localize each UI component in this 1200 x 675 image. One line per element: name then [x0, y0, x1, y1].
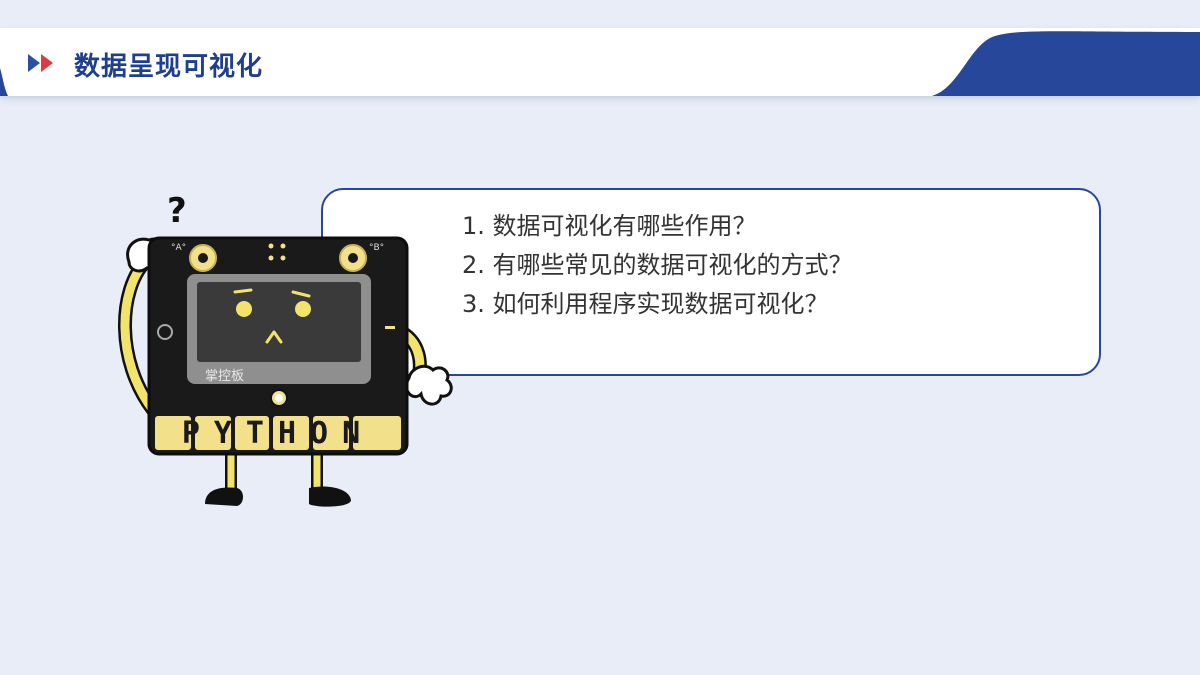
question-item: 2. 有哪些常见的数据可视化的方式？ [462, 251, 853, 279]
board-text: PYTHON [182, 416, 374, 451]
button-a-label: °A° [171, 243, 186, 253]
question-list: 1. 数据可视化有哪些作用？ 2. 有哪些常见的数据可视化的方式？ 3. 如何利… [462, 207, 853, 324]
screen-label: 掌控板 [205, 369, 244, 384]
question-item: 1. 数据可视化有哪些作用？ [462, 212, 757, 240]
right-hand-icon [404, 364, 453, 406]
left-eye-icon [236, 301, 252, 317]
question-item: 3. 如何利用程序实现数据可视化？ [462, 290, 829, 318]
header-arrow-icon [28, 54, 53, 72]
slide: 数据呈现可视化 1. 数据可视化有哪些作用？ 2. 有哪些常见的数据可视化的方式… [0, 0, 1200, 675]
board-pins: PYTHON [155, 416, 401, 451]
screen [197, 282, 361, 362]
mascot-illustration: ? °A° °B° 掌控板 PYTHON [118, 191, 453, 507]
left-foot-icon [205, 487, 243, 506]
right-foot-icon [309, 486, 351, 507]
button-b-label: °B° [369, 243, 384, 253]
right-eye-icon [295, 301, 311, 317]
page-title: 数据呈现可视化 [74, 52, 264, 82]
question-mark-icon: ? [167, 191, 187, 231]
